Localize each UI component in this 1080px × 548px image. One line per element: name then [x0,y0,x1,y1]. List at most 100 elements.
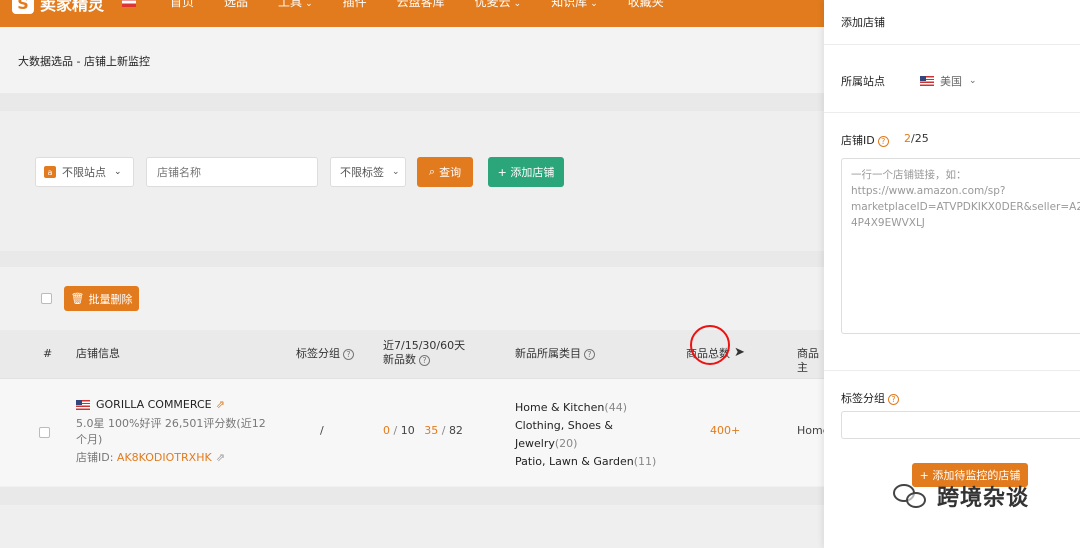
nav-item-0[interactable]: 首页 [170,0,194,10]
breadcrumb: 大数据选品 - 店铺上新监控 [18,55,150,68]
new-count-60d[interactable]: 82 [449,424,463,437]
new-count-15d[interactable]: 10 [401,424,415,437]
filter-bar: a 不限站点 ⌄ 不限标签 ⌄ ⌕ 查询 + 添加店铺 [0,111,824,251]
new-count-7d[interactable]: 0 [383,424,390,437]
help-icon[interactable]: ? [343,348,354,360]
shop-rating: 5.0星 100%好评 26,501评分数(近12 个月) [76,416,266,448]
main-content: 大数据选品 - 店铺上新监控 a 不限站点 ⌄ 不限标签 ⌄ ⌕ 查询 + 添加… [0,27,829,548]
shop-count: 2/25 [904,132,929,145]
shop-id-field-label: 店铺ID? [841,132,889,148]
table-row: GORILLA COMMERCE ⇗ 5.0星 100%好评 26,501评分数(… [0,378,829,486]
category-item[interactable]: Jewelry(20) [515,435,656,453]
product-total[interactable]: 400+ [710,423,740,439]
category-item[interactable]: Clothing, Shoes & [515,417,656,435]
category-count: (11) [633,455,657,468]
count-separator: / [393,424,398,437]
us-flag-icon [76,400,90,410]
next-row [0,505,824,548]
nav-item-label: 收藏夹 [627,0,664,9]
header-tag-group: 标签分组? [296,347,354,361]
drawer-site-select[interactable]: 美国 ⌄ [920,73,977,89]
nav-item-label: 首页 [170,0,195,9]
highlight-circle [690,325,730,365]
help-icon[interactable]: ? [419,354,430,366]
bulk-delete-label: 批量删除 [88,292,133,306]
chevron-down-icon: ⌄ [513,0,522,9]
external-link-icon[interactable]: ⇗ [216,451,225,464]
help-icon[interactable]: ? [877,135,889,147]
header-new-count-line1: 近7/15/30/60天 [383,339,466,352]
site-label: 所属站点 [841,75,885,88]
tag-select[interactable]: 不限标签 ⌄ [330,157,406,187]
shop-count-current: 2 [904,132,911,145]
nav-item-6[interactable]: 知识库 ⌄ [551,0,598,10]
nav-item-2[interactable]: 工具 ⌄ [278,0,313,10]
tag-edit[interactable]: / [320,423,324,439]
logo-icon: S [12,0,34,14]
watermark: 跨境杂谈 [893,480,1029,512]
logo-text: 卖家精灵 [40,0,105,14]
shop-id-value[interactable]: AK8KODIOTRXHK [117,451,212,464]
tag-select-label: 不限标签 [340,166,384,179]
chevron-down-icon: ⌄ [590,0,598,9]
shop-rating-line1: 5.0星 100%好评 26,501评分数(近12 [76,417,266,430]
count-separator: / [441,424,446,437]
tag-group-field-text: 标签分组 [841,392,885,405]
shop-rating-line2: 个月) [76,433,103,446]
category-item[interactable]: Patio, Lawn & Garden(11) [515,453,656,471]
chevron-down-icon: ⌄ [114,167,122,177]
shop-id-label: 店铺ID: [76,451,114,464]
chevron-down-icon: ⌄ [305,0,313,9]
shop-count-max: /25 [911,132,929,145]
query-button-label: 查询 [439,166,462,179]
nav-item-label: 工具 [278,0,303,9]
mouse-cursor-icon: ➤ [734,345,745,360]
category-count: (20) [554,437,578,450]
header-category-label: 新品所属类目 [515,347,581,360]
help-icon[interactable]: ? [584,348,595,360]
trash-icon: 🗑 [70,292,85,305]
wechat-icon [893,482,929,510]
shop-id: 店铺ID: AK8KODIOTRXHK ⇗ [76,450,225,466]
shop-name[interactable]: GORILLA COMMERCE ⇗ [76,397,225,413]
divider [824,44,1080,45]
shop-name-input[interactable] [146,157,318,187]
row-checkbox[interactable] [39,427,50,438]
shop-id-field-text: 店铺ID [841,134,875,147]
tag-group-input[interactable] [841,411,1080,439]
logo[interactable]: S 卖家精灵 [12,0,104,15]
category-name: Clothing, Shoes & [515,419,614,432]
header-tag-group-label: 标签分组 [296,347,340,360]
external-link-icon[interactable]: ⇗ [216,398,225,411]
shop-table: 🗑 批量删除 # 店铺信息 标签分组? 近7/15/30/60天 新品数? 新品… [0,267,829,487]
us-flag-icon [920,76,934,86]
nav-item-7[interactable]: 收藏夹 [628,0,664,10]
nav-item-label: 知识库 [551,0,588,9]
search-icon: ⌕ [428,165,436,178]
new-count-30d[interactable]: 35 [424,424,438,437]
select-all-checkbox[interactable] [41,293,52,304]
chevron-down-icon: ⌄ [969,76,977,86]
category-name: Jewelry [515,437,555,450]
amazon-icon: a [44,166,56,178]
header-new-count-line2: 新品数 [383,353,416,366]
nav-item-1[interactable]: 选品 [224,0,248,10]
nav-item-3[interactable]: 插件 [343,0,367,10]
bulk-delete-button[interactable]: 🗑 批量删除 [64,286,139,311]
chevron-down-icon: ⌄ [392,167,400,177]
nav-item-label: 插件 [342,0,367,9]
add-shop-button[interactable]: + 添加店铺 [488,157,564,187]
new-counts: 0 / 10 35 / 82 [383,423,463,439]
divider [824,370,1080,371]
category-item[interactable]: Home & Kitchen(44) [515,399,656,417]
tag-group-field-label: 标签分组? [841,390,899,406]
shop-links-textarea[interactable]: 一行一个店铺链接，如： https://www.amazon.com/sp? m… [841,158,1080,334]
nav-item-4[interactable]: 云盘客库 [397,0,445,10]
flag-icon[interactable] [122,0,137,7]
nav-item-label: 优麦云 [474,0,511,9]
nav-item-5[interactable]: 优麦云 ⌄ [475,0,522,10]
site-select[interactable]: a 不限站点 ⌄ [35,157,134,187]
help-icon[interactable]: ? [888,393,899,405]
query-button[interactable]: ⌕ 查询 [417,157,473,187]
nav-menu: 首页 选品 工具 ⌄ 插件 云盘客库 优麦云 ⌄ 知识库 ⌄ 收藏夹 [140,0,664,10]
